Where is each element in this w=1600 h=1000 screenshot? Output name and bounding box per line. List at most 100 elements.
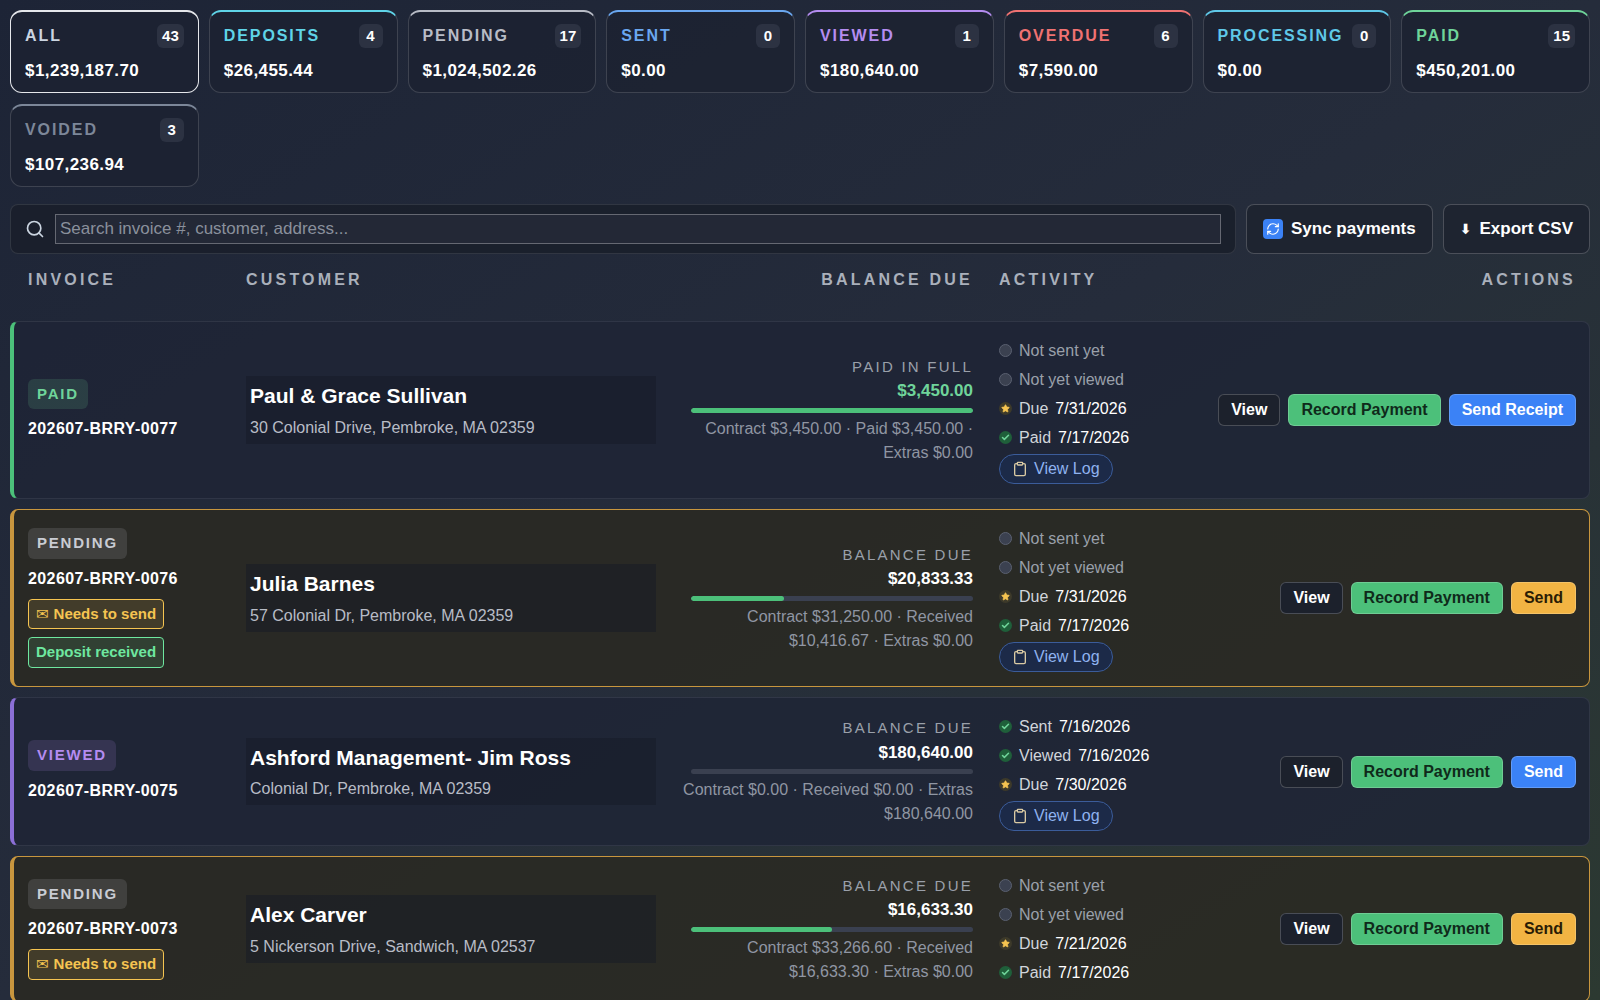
card-count: 0 [1352,24,1376,48]
status-badge: PAID [28,379,88,410]
toolbar: Sync payments⬇Export CSV [10,204,1590,254]
pending-dot-icon [999,532,1012,545]
card-amount: $180,640.00 [820,58,979,84]
invoice-cell: VIEWED202607-BRRY-0075 [28,740,246,803]
filter-card[interactable]: VOIDED3$107,236.94 [10,104,199,187]
actions-cell: ViewRecord Payment Send Receipt [1186,394,1576,426]
filter-card[interactable]: SENT0$0.00 [606,10,795,93]
activity-cell: Not sent yetNot yet viewedDue7/21/2026Pa… [986,871,1186,987]
export-csv-button[interactable]: ⬇Export CSV [1443,204,1590,254]
check-icon [999,966,1012,979]
check-icon [999,749,1012,762]
invoice-row[interactable]: PAID 202607-BRRY-0077 Paul & Grace Sulliva… [10,321,1590,499]
customer-cell: Paul & Grace Sullivan30 Colonial Drive, … [246,376,656,444]
action-button[interactable]: Send [1511,756,1576,788]
card-amount: $0.00 [621,58,780,84]
column-header: CUSTOMER [246,268,656,292]
activity-item: Not sent yet [999,524,1104,553]
card-count: 3 [160,118,184,142]
activity-item: Due7/30/2026 [999,770,1127,799]
clipboard-icon [1012,649,1028,665]
download-icon: ⬇ [1460,219,1472,240]
action-button[interactable]: Record Payment [1351,913,1503,945]
invoice-number[interactable]: 202607-BRRY-0077 [28,417,178,441]
payment-progress [691,596,973,601]
filter-card[interactable]: ALL43$1,239,187.70 [10,10,199,93]
customer-address: 57 Colonial Dr, Pembroke, MA 02359 [250,604,652,628]
card-label: VIEWED [820,24,895,48]
action-button[interactable]: View [1218,394,1280,426]
activity-cell: Not sent yetNot yet viewedDue7/31/2026Pa… [986,336,1186,484]
search-input[interactable] [55,214,1221,244]
action-button[interactable]: Send [1511,582,1576,614]
customer-cell: Julia Barnes 57 Colonial Dr, Pembroke, MA… [246,564,656,632]
invoice-row[interactable]: PENDING202607-BRRY-0076✉Needs to sendDep… [10,509,1590,687]
activity-cell: Sent7/16/2026Viewed7/16/2026Due7/30/2026… [986,712,1186,831]
row-tag: Deposit received [28,637,164,668]
balance-label: BALANCE DUE [842,717,973,740]
activity-item: Viewed7/16/2026 [999,741,1149,770]
action-button[interactable]: View [1280,756,1342,788]
star-icon [999,590,1012,603]
action-button[interactable]: Record Payment [1351,582,1503,614]
view-log-button[interactable]: View Log [999,454,1113,484]
action-button[interactable]: Send Receipt [1449,394,1576,426]
filter-card[interactable]: DEPOSITS4$26,455.44 [209,10,398,93]
invoice-number[interactable]: 202607-BRRY-0075 [28,779,178,803]
contract-summary: Contract $3,450.00 · Paid $3,450.00 · Ex… [673,417,973,465]
envelope-icon: ✉ [36,953,49,976]
customer-name[interactable]: Julia Barnes [250,568,652,600]
pending-dot-icon [999,373,1012,386]
customer-name[interactable]: Alex Carver [250,899,652,931]
action-button[interactable]: View [1280,913,1342,945]
customer-name[interactable]: Ashford Management- Jim Ross [250,742,652,774]
action-button[interactable]: Record Payment [1288,394,1440,426]
invoice-number[interactable]: 202607-BRRY-0076 [28,567,178,591]
invoice-cell: PENDING202607-BRRY-0076✉Needs to sendDep… [28,528,246,668]
pending-dot-icon [999,561,1012,574]
clipboard-icon [1012,461,1028,477]
invoice-row[interactable]: VIEWED202607-BRRY-0075Ashford Management… [10,697,1590,846]
card-count: 0 [756,24,780,48]
invoice-cell: PAID 202607-BRRY-0077 [28,379,246,442]
filter-card[interactable]: PROCESSING0$0.00 [1203,10,1392,93]
contract-summary: Contract $31,250.00 · Received $10,416.6… [673,605,973,653]
invoice-cell: PENDING202607-BRRY-0073✉Needs to send [28,879,246,980]
pending-dot-icon [999,344,1012,357]
column-header: ACTIVITY [986,268,1186,292]
balance-amount: $20,833.33 [888,566,973,592]
actions-cell: View Record PaymentSend [1186,582,1576,614]
customer-name[interactable]: Paul & Grace Sullivan [250,380,652,412]
contract-summary: Contract $0.00 · Received $0.00 · Extras… [673,778,973,826]
card-amount: $450,201.00 [1416,58,1575,84]
payment-progress [691,927,973,932]
invoice-row[interactable]: PENDING202607-BRRY-0073✉Needs to sendAle… [10,856,1590,1000]
star-icon [999,778,1012,791]
pending-dot-icon [999,908,1012,921]
view-log-button[interactable]: View Log [999,642,1113,672]
action-button[interactable]: Record Payment [1351,756,1503,788]
view-log-button[interactable]: View Log [999,801,1113,831]
filter-card[interactable]: PAID15$450,201.00 [1401,10,1590,93]
action-button[interactable]: Send [1511,913,1576,945]
balance-label: BALANCE DUE [842,544,973,567]
action-button[interactable]: View [1280,582,1342,614]
customer-cell: Ashford Management- Jim RossColonial Dr,… [246,738,656,806]
sync-payments-button[interactable]: Sync payments [1246,204,1433,254]
activity-item: Not yet viewed [999,365,1124,394]
filter-card[interactable]: VIEWED1$180,640.00 [805,10,994,93]
card-label: DEPOSITS [224,24,320,48]
filter-card[interactable]: OVERDUE6$7,590.00 [1004,10,1193,93]
balance-cell: BALANCE DUE$20,833.33 Contract $31,250.00… [656,544,986,653]
card-label: PAID [1416,24,1461,48]
column-header: BALANCE DUE [656,268,986,292]
balance-cell: BALANCE DUE$16,633.30Contract $33,266.60… [656,875,986,984]
envelope-icon: ✉ [36,603,49,626]
customer-address: 5 Nickerson Drive, Sandwich, MA 02537 [250,935,652,959]
activity-item: Due7/21/2026 [999,929,1127,958]
invoice-number[interactable]: 202607-BRRY-0073 [28,917,178,941]
check-icon [999,619,1012,632]
search-bar [10,204,1236,254]
filter-card[interactable]: PENDING17$1,024,502.26 [408,10,597,93]
balance-amount: $16,633.30 [888,897,973,923]
